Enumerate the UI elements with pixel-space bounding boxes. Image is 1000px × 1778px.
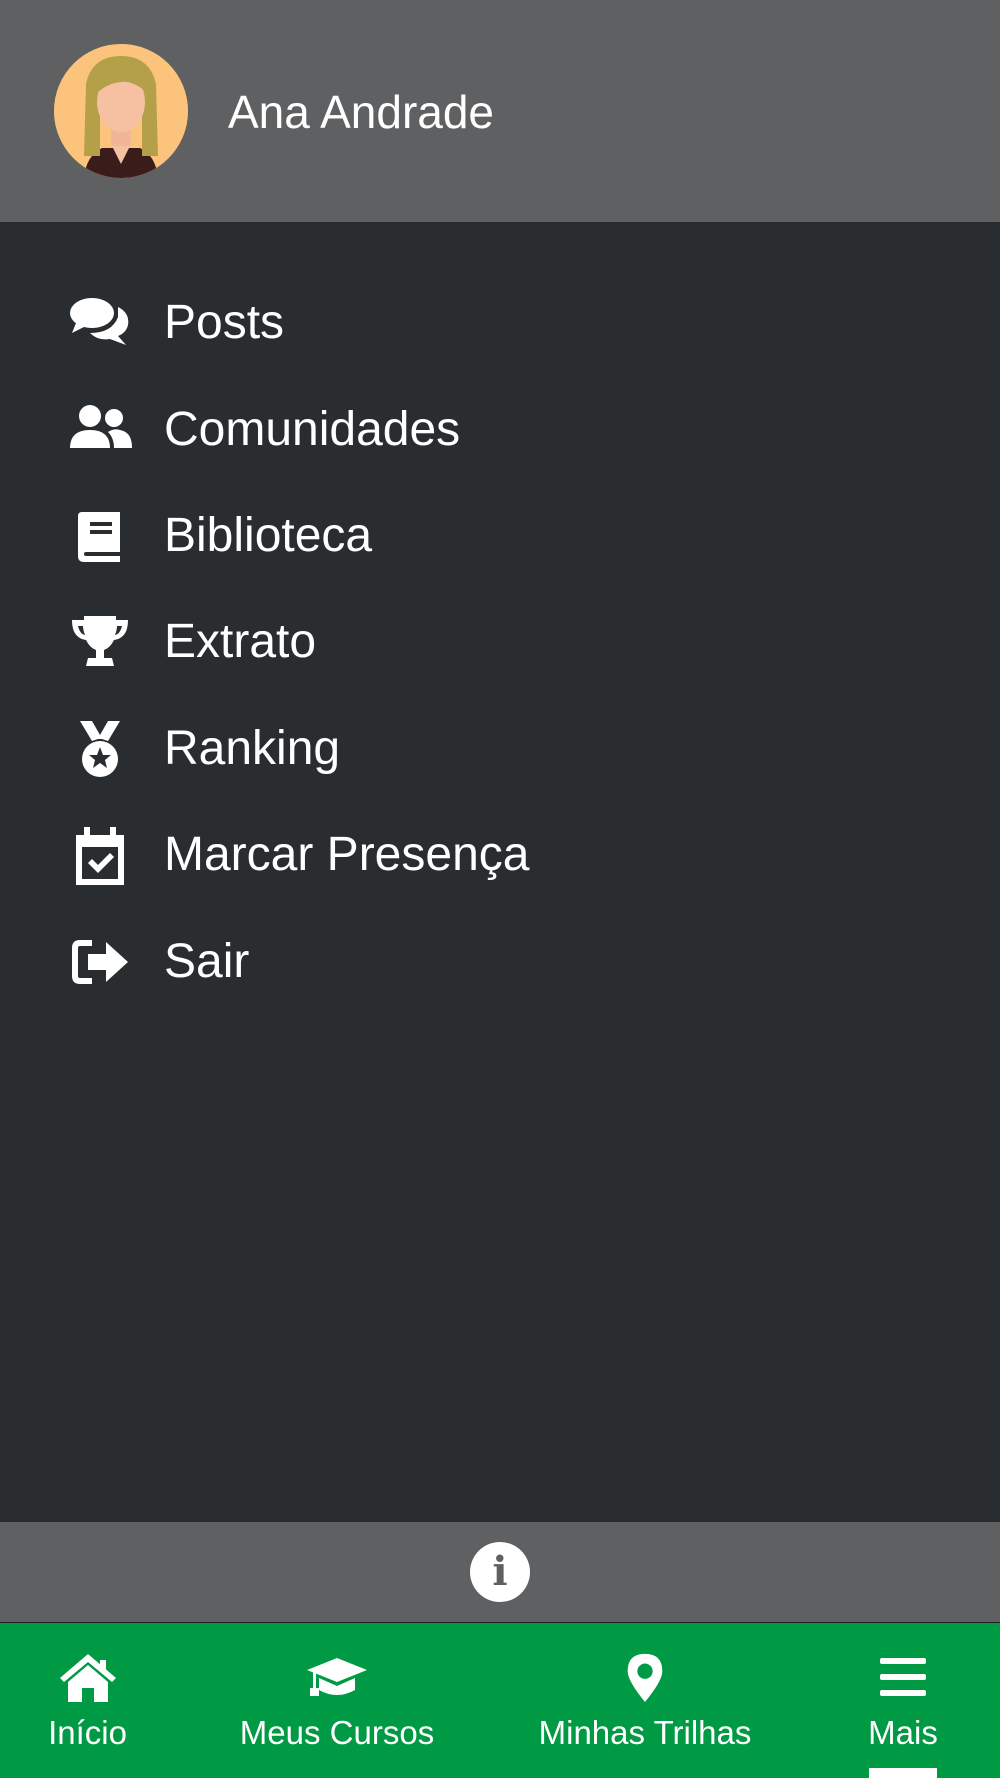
nav-item-meus-cursos[interactable]: Meus Cursos: [232, 1623, 442, 1778]
menu-item-comunidades[interactable]: Comunidades: [0, 376, 1000, 482]
home-icon: [58, 1651, 118, 1703]
menu-item-sair[interactable]: Sair: [0, 908, 1000, 1014]
menu-bars-icon: [878, 1651, 928, 1703]
menu-label: Extrato: [164, 615, 317, 669]
profile-header[interactable]: Ana Andrade: [0, 0, 1000, 222]
nav-item-minhas-trilhas[interactable]: Minhas Trilhas: [530, 1623, 760, 1778]
bottom-navigation: Início Meus Cursos Minhas Trilhas Mais: [0, 1622, 1000, 1778]
nav-item-mais[interactable]: Mais: [858, 1623, 948, 1778]
menu-label: Marcar Presença: [164, 828, 530, 882]
trophy-icon: [64, 606, 136, 678]
menu-label: Ranking: [164, 721, 341, 775]
drawer-menu: Posts Comunidades Biblioteca Extrato Ran…: [0, 270, 1000, 1015]
nav-label: Mais: [868, 1714, 938, 1751]
book-icon: [64, 500, 136, 572]
active-tab-indicator: [869, 1768, 937, 1778]
nav-item-inicio[interactable]: Início: [40, 1623, 135, 1778]
map-marker-icon: [625, 1651, 665, 1703]
nav-label: Minhas Trilhas: [538, 1714, 752, 1751]
app-screen: Ana Andrade Posts Comunidades Biblioteca: [0, 0, 1000, 1778]
user-name: Ana Andrade: [228, 86, 495, 138]
menu-item-biblioteca[interactable]: Biblioteca: [0, 483, 1000, 589]
sign-out-icon: [64, 926, 136, 998]
calendar-check-icon: [64, 819, 136, 891]
menu-label: Comunidades: [164, 402, 461, 456]
menu-item-ranking[interactable]: Ranking: [0, 696, 1000, 802]
comments-icon: [64, 287, 136, 359]
user-avatar-icon: [54, 44, 188, 178]
nav-label: Meus Cursos: [239, 1714, 435, 1751]
avatar[interactable]: [54, 44, 188, 178]
info-icon[interactable]: i: [470, 1542, 530, 1602]
users-icon: [64, 394, 136, 466]
nav-label: Início: [48, 1714, 127, 1751]
menu-item-marcar-presenca[interactable]: Marcar Presença: [0, 802, 1000, 908]
side-drawer: Ana Andrade Posts Comunidades Biblioteca: [0, 0, 1000, 1622]
menu-label: Sair: [164, 934, 250, 988]
medal-icon: [64, 713, 136, 785]
menu-label: Biblioteca: [164, 508, 373, 562]
menu-label: Posts: [164, 296, 285, 350]
graduation-cap-icon: [305, 1651, 369, 1703]
menu-item-posts[interactable]: Posts: [0, 270, 1000, 376]
menu-item-extrato[interactable]: Extrato: [0, 589, 1000, 695]
info-bar: i: [0, 1522, 1000, 1622]
